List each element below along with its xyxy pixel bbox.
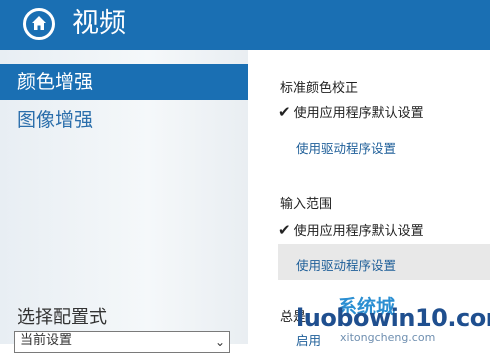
radio-label: 使用应用程序默认设置 xyxy=(293,106,424,121)
profile-label: 选择配置式 xyxy=(17,307,107,328)
watermark-text: luobowin10.com xyxy=(296,304,490,332)
section-title-color-correction: 标准颜色校正 xyxy=(280,81,359,96)
checkmark-icon: ✔ xyxy=(278,221,291,239)
chevron-down-icon: ⌄ xyxy=(214,335,225,349)
radio-label: 使用应用程序默认设置 xyxy=(293,224,424,239)
radio-driver-range[interactable]: 使用驱动程序设置 xyxy=(296,255,396,274)
radio-enable[interactable]: 启用 xyxy=(296,330,321,349)
watermark-subtext: xitongcheng.com xyxy=(340,331,436,344)
sidebar: 颜色增强 图像增强 xyxy=(0,50,248,344)
page-title: 视频 xyxy=(72,8,126,39)
sidebar-item-image-enhance[interactable]: 图像增强 xyxy=(0,102,248,138)
radio-driver-color[interactable]: 使用驱动程序设置 xyxy=(296,138,396,157)
profile-select-value: 当前设置 xyxy=(20,333,73,348)
section-title-input-range: 输入范围 xyxy=(280,197,333,212)
app-header: 视频 xyxy=(0,0,490,50)
home-button[interactable] xyxy=(23,8,55,40)
profile-select[interactable]: 当前设置 ⌄ xyxy=(14,331,230,353)
radio-app-default-range[interactable]: ✔ 使用应用程序默认设置 xyxy=(278,220,424,239)
home-icon xyxy=(32,16,46,30)
sidebar-item-label: 图像增强 xyxy=(17,109,94,131)
radio-app-default-color[interactable]: ✔ 使用应用程序默认设置 xyxy=(278,102,424,121)
checkmark-icon: ✔ xyxy=(278,103,291,121)
sidebar-item-label: 颜色增强 xyxy=(17,71,94,93)
sidebar-item-color-enhance[interactable]: 颜色增强 xyxy=(0,64,248,100)
